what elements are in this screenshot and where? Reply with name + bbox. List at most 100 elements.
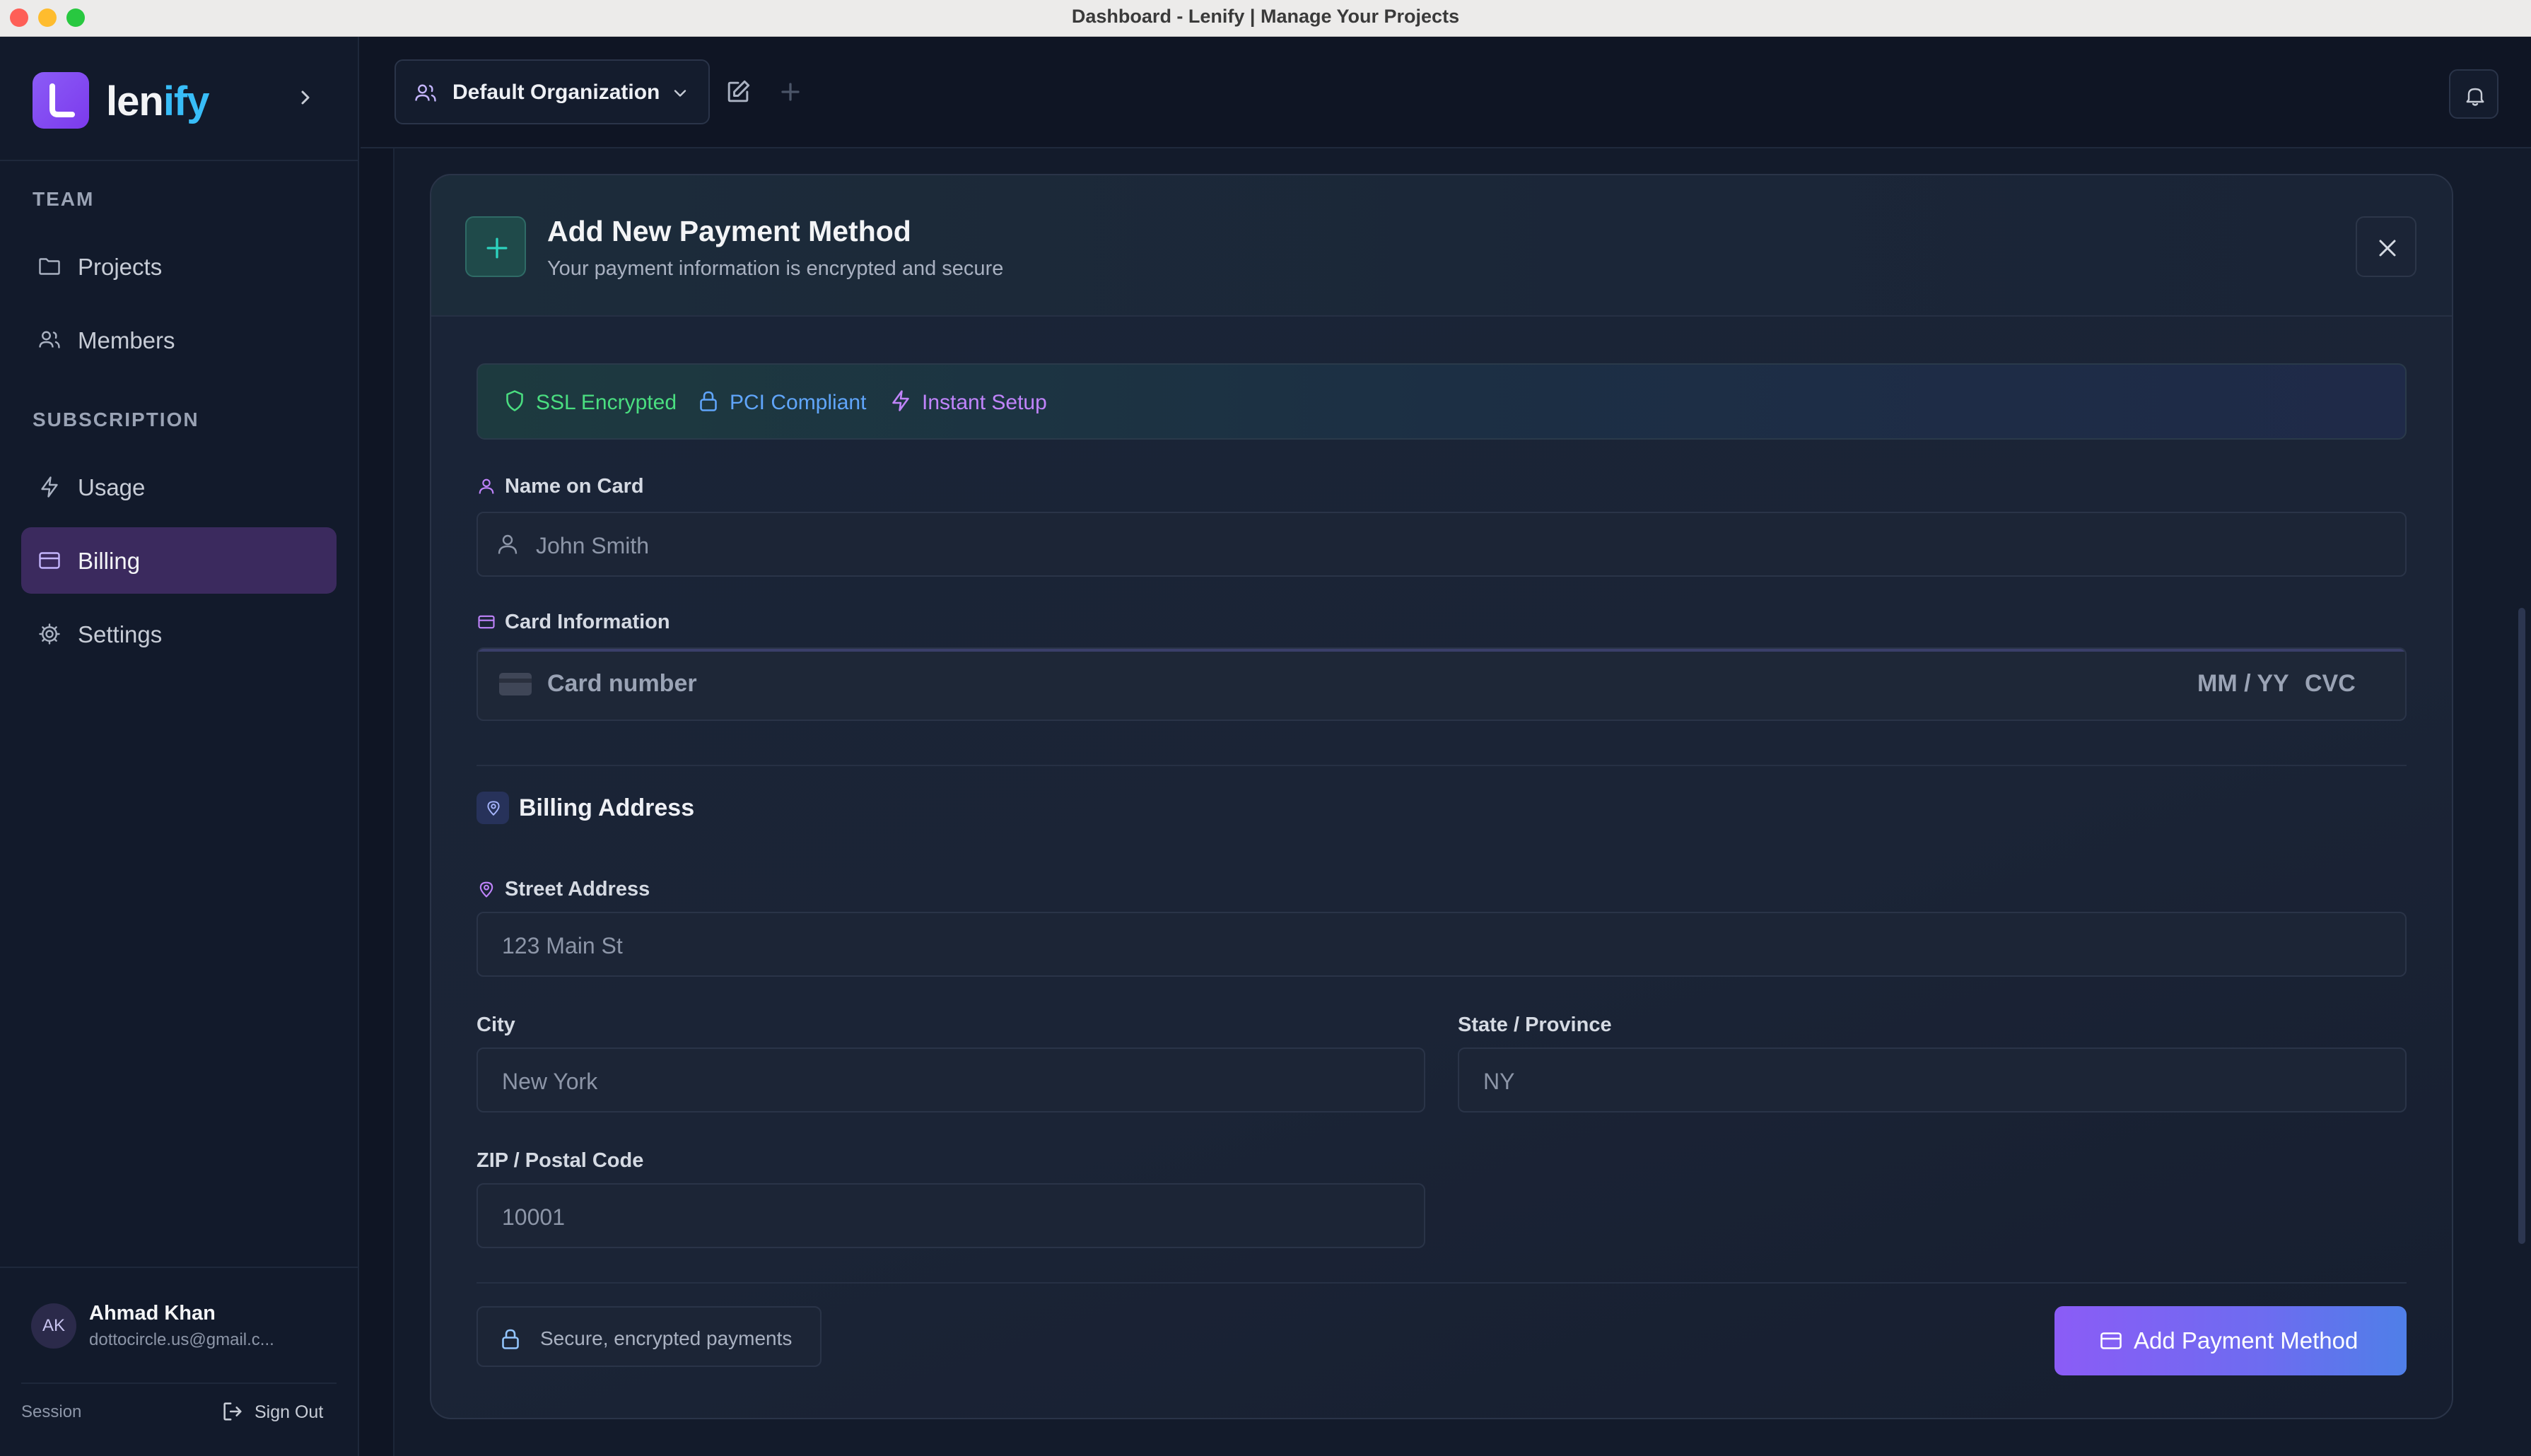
section-label-team: TEAM	[33, 188, 95, 210]
billing-address-icon-box	[477, 792, 509, 824]
sidebar-item-label: Billing	[78, 548, 141, 574]
chevron-right-icon[interactable]	[291, 83, 320, 112]
users-icon	[39, 331, 60, 348]
add-payment-method-label: Add Payment Method	[2134, 1327, 2358, 1354]
field-placeholder: 123 Main St	[502, 933, 623, 958]
bell-icon	[2466, 88, 2484, 106]
sign-out-button[interactable]: Sign Out	[221, 1399, 323, 1425]
window-titlebar: Dashboard - Lenify | Manage Your Project…	[0, 0, 2531, 37]
folder-icon	[39, 258, 60, 275]
sidebar-divider	[0, 160, 359, 161]
lock-icon	[502, 1329, 519, 1349]
divider	[477, 1282, 2407, 1284]
zip-label: ZIP / Postal Code	[477, 1149, 644, 1172]
sidebar-item-usage[interactable]: Usage	[21, 454, 337, 520]
field-label: Name on Card	[505, 475, 644, 498]
avatar: AK	[31, 1303, 76, 1349]
top-header: Default Organization	[361, 37, 2531, 148]
credit-card-icon	[39, 552, 60, 569]
scrollbar[interactable]	[2518, 608, 2525, 1244]
badge-label: Instant Setup	[922, 391, 1047, 414]
sidebar-divider	[21, 1382, 337, 1384]
brand-main: len	[106, 78, 164, 124]
window-title: Dashboard - Lenify | Manage Your Project…	[1071, 6, 1460, 27]
secure-payments-note: Secure, encrypted payments	[477, 1306, 822, 1367]
security-badges: SSL Encrypted PCI Compliant Instant Setu…	[477, 363, 2407, 440]
user-icon	[498, 534, 518, 554]
card-cvc-placeholder[interactable]: CVC	[2305, 670, 2356, 698]
sidebar-item-label: Members	[78, 327, 175, 353]
organization-selector[interactable]: Default Organization	[394, 59, 710, 124]
card-number-input[interactable]: Card number MM / YY CVC	[477, 647, 2407, 721]
map-pin-icon	[479, 881, 493, 898]
field-placeholder: New York	[502, 1069, 598, 1094]
street-address-label: Street Address	[477, 878, 650, 901]
sidebar-divider	[0, 1267, 359, 1268]
state-input[interactable]: NY	[1458, 1047, 2407, 1112]
user-name: Ahmad Khan	[89, 1302, 216, 1325]
badge-instant: Instant Setup	[888, 388, 1047, 416]
focus-line	[478, 649, 2405, 652]
user-icon	[479, 479, 494, 494]
credit-card-icon	[499, 673, 532, 695]
sidebar-item-projects[interactable]: Projects	[21, 233, 337, 300]
field-placeholder: NY	[1483, 1069, 1515, 1094]
edit-icon[interactable]	[723, 76, 754, 107]
close-button[interactable]	[2356, 216, 2416, 277]
lock-icon	[700, 391, 717, 411]
brand-name: lenify	[106, 78, 209, 125]
billing-address-title: Billing Address	[519, 794, 695, 821]
lenify-logo[interactable]	[33, 72, 89, 129]
badge-label: PCI Compliant	[730, 391, 867, 414]
credit-card-icon	[2100, 1332, 2122, 1349]
gear-icon	[39, 623, 60, 645]
sidebar-item-label: Settings	[78, 621, 163, 647]
sidebar-item-label: Projects	[78, 254, 163, 280]
badge-pci: PCI Compliant	[696, 388, 866, 416]
chevron-down-icon	[674, 90, 686, 97]
close-icon	[2379, 240, 2396, 257]
secure-note-text: Secure, encrypted payments	[540, 1327, 793, 1349]
notifications-button[interactable]	[2449, 69, 2498, 119]
card-header: Add New Payment Method Your payment info…	[431, 175, 2452, 317]
street-address-input[interactable]: 123 Main St	[477, 912, 2407, 977]
field-placeholder: 10001	[502, 1204, 565, 1230]
divider	[477, 765, 2407, 766]
city-input[interactable]: New York	[477, 1047, 1425, 1112]
field-label: Street Address	[505, 878, 650, 900]
user-email: dottocircle.us@gmail.c...	[89, 1330, 274, 1349]
sign-out-icon	[223, 1402, 242, 1421]
session-label: Session	[21, 1402, 82, 1421]
add-payment-method-button[interactable]: Add Payment Method	[2054, 1306, 2407, 1375]
add-payment-method-card: Add New Payment Method Your payment info…	[430, 174, 2453, 1419]
plus-icon	[486, 237, 508, 259]
add-icon[interactable]	[775, 76, 806, 107]
map-pin-icon	[487, 801, 500, 816]
zip-input[interactable]: 10001	[477, 1183, 1425, 1248]
organization-name: Default Organization	[452, 81, 660, 104]
sidebar-item-settings[interactable]: Settings	[21, 601, 337, 667]
card-number-placeholder: Card number	[547, 670, 697, 697]
field-placeholder: John Smith	[536, 533, 650, 558]
card-expiry-placeholder[interactable]: MM / YY	[2197, 670, 2289, 698]
page-subtitle: Your payment information is encrypted an…	[547, 257, 1004, 280]
brand-highlight: ify	[163, 78, 210, 124]
section-label-subscription: SUBSCRIPTION	[33, 409, 199, 430]
sidebar: lenify TEAM Projects Members SUBSCRIPTIO…	[0, 37, 359, 1456]
zap-icon	[892, 390, 909, 411]
card-information-label: Card Information	[477, 611, 670, 634]
shield-icon	[506, 390, 523, 411]
sidebar-item-billing[interactable]: Billing	[21, 527, 337, 594]
zap-icon	[41, 476, 58, 498]
add-icon-box	[465, 216, 526, 277]
name-on-card-input[interactable]: John Smith	[477, 512, 2407, 577]
credit-card-icon	[478, 615, 495, 629]
users-icon	[415, 84, 436, 102]
logo-l-icon	[49, 83, 75, 117]
name-on-card-label: Name on Card	[477, 475, 644, 498]
state-label: State / Province	[1458, 1014, 1612, 1036]
badge-ssl: SSL Encrypted	[502, 388, 677, 416]
page-title: Add New Payment Method	[547, 215, 911, 247]
sidebar-item-label: Usage	[78, 474, 146, 500]
sidebar-item-members[interactable]: Members	[21, 307, 337, 373]
